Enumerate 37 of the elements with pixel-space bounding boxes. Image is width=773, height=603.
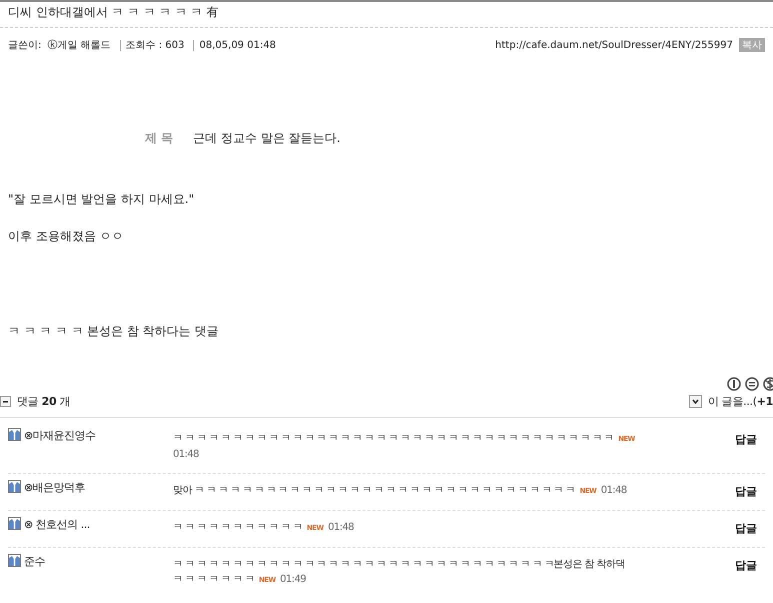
comment-text: ㅋ ㅋ ㅋ ㅋ ㅋ ㅋ ㅋ ㅋ ㅋ ㅋ ㅋ (173, 522, 302, 533)
member-icon (8, 428, 21, 441)
collapse-toggle[interactable] (0, 396, 11, 407)
subject-text: 근데 정교수 말은 잘듣는다. (193, 130, 340, 147)
body-paragraph: ㅋ ㅋ ㅋ ㅋ ㅋ 본성은 참 착하다는 댓글 (8, 323, 220, 340)
more-link[interactable]: 이 글을...(+1 (708, 394, 773, 409)
post-title: 디씨 인하대갤에서 ㅋ ㅋ ㅋ ㅋ ㅋ ㅋ 有 (0, 2, 773, 28)
dropdown-icon[interactable] (688, 395, 702, 408)
comment-text: 맞아 ㅋ ㅋ ㅋ ㅋ ㅋ ㅋ ㅋ ㅋ ㅋ ㅋ ㅋ ㅋ ㅋ ㅋ ㅋ ㅋ ㅋ ㅋ ㅋ ㅋ ㅋ ㅋ ㅋ ㅋ ㅋ ㅋ ㅋ ㅋ ㅋ ㅋ ㅋ ㅋ (173, 485, 576, 496)
reply-button[interactable]: 답글 (715, 554, 765, 573)
reply-button[interactable]: 답글 (715, 428, 765, 447)
comment-count: 댓글 20 개 (17, 394, 70, 409)
comment-author[interactable]: 준수 (24, 554, 45, 569)
member-icon (8, 554, 21, 567)
reply-button[interactable]: 답글 (715, 517, 765, 536)
comment-text: ㅋ ㅋ ㅋ ㅋ ㅋ ㅋ ㅋ ㅋ ㅋ ㅋ ㅋ ㅋ ㅋ ㅋ ㅋ ㅋ ㅋ ㅋ ㅋ ㅋ ㅋ ㅋ ㅋ ㅋ ㅋ ㅋ ㅋ ㅋ ㅋ ㅋ ㅋ ㅋ ㅋ ㅋ ㅋ ㅋ ㅋ (173, 433, 614, 444)
body-paragraph: "잘 모르시면 발언을 하지 마세요." (8, 191, 196, 208)
comment-text: ㅋ ㅋ ㅋ ㅋ ㅋ ㅋ ㅋ (173, 574, 254, 585)
member-icon (8, 517, 21, 530)
member-icon (8, 480, 21, 493)
reply-button[interactable]: 답글 (715, 480, 765, 499)
comment-author[interactable]: ⊗ 천호선의 ... (24, 517, 90, 532)
comment-time: 01:48 (173, 449, 199, 460)
post-date: 08,05,09 01:48 (193, 40, 276, 50)
comment-author[interactable]: ⊗마재윤진영수 (24, 428, 96, 443)
view-count: 조회수 : 603 (120, 40, 184, 50)
author-label: 글쓴이: (8, 39, 42, 52)
subject-label: 제 목 (145, 130, 174, 147)
body-paragraph: 이후 조용해졌음 ㅇㅇ (8, 228, 125, 245)
comment-time: 01:48 (328, 522, 354, 533)
comment-text: ㅋ ㅋ ㅋ ㅋ ㅋ ㅋ ㅋ ㅋ ㅋ ㅋ ㅋ ㅋ ㅋ ㅋ ㅋ ㅋ ㅋ ㅋ ㅋ ㅋ ㅋ ㅋ ㅋ ㅋ ㅋ ㅋ ㅋ ㅋ ㅋ ㅋ ㅋ ㅋ본성은 참 착하댁 (173, 559, 625, 570)
comment-author[interactable]: ⊗배은망덕후 (24, 480, 86, 495)
comment-time: 01:48 (600, 485, 627, 496)
license-icon[interactable] (727, 376, 773, 392)
post-url[interactable]: http://cafe.daum.net/SoulDresser/4ENY/255997 (495, 40, 733, 50)
author-name[interactable]: ⓚ게일 해롤드 (47, 38, 111, 52)
comment-time: 01:49 (280, 574, 306, 585)
